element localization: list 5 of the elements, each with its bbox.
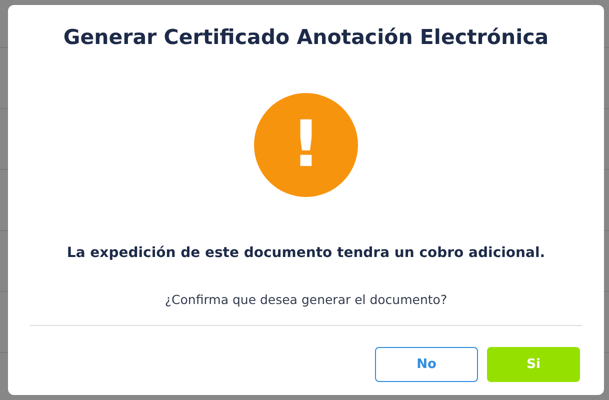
confirm-question: ¿Confirma que desea generar el documento? <box>164 290 448 309</box>
dialog-title: Generar Certificado Anotación Electrónica <box>62 25 550 50</box>
warning-message: La expedición de este documento tendra un cobro adicional. <box>66 244 546 263</box>
warning-icon: ! <box>254 92 358 197</box>
no-button[interactable]: No <box>375 347 478 382</box>
